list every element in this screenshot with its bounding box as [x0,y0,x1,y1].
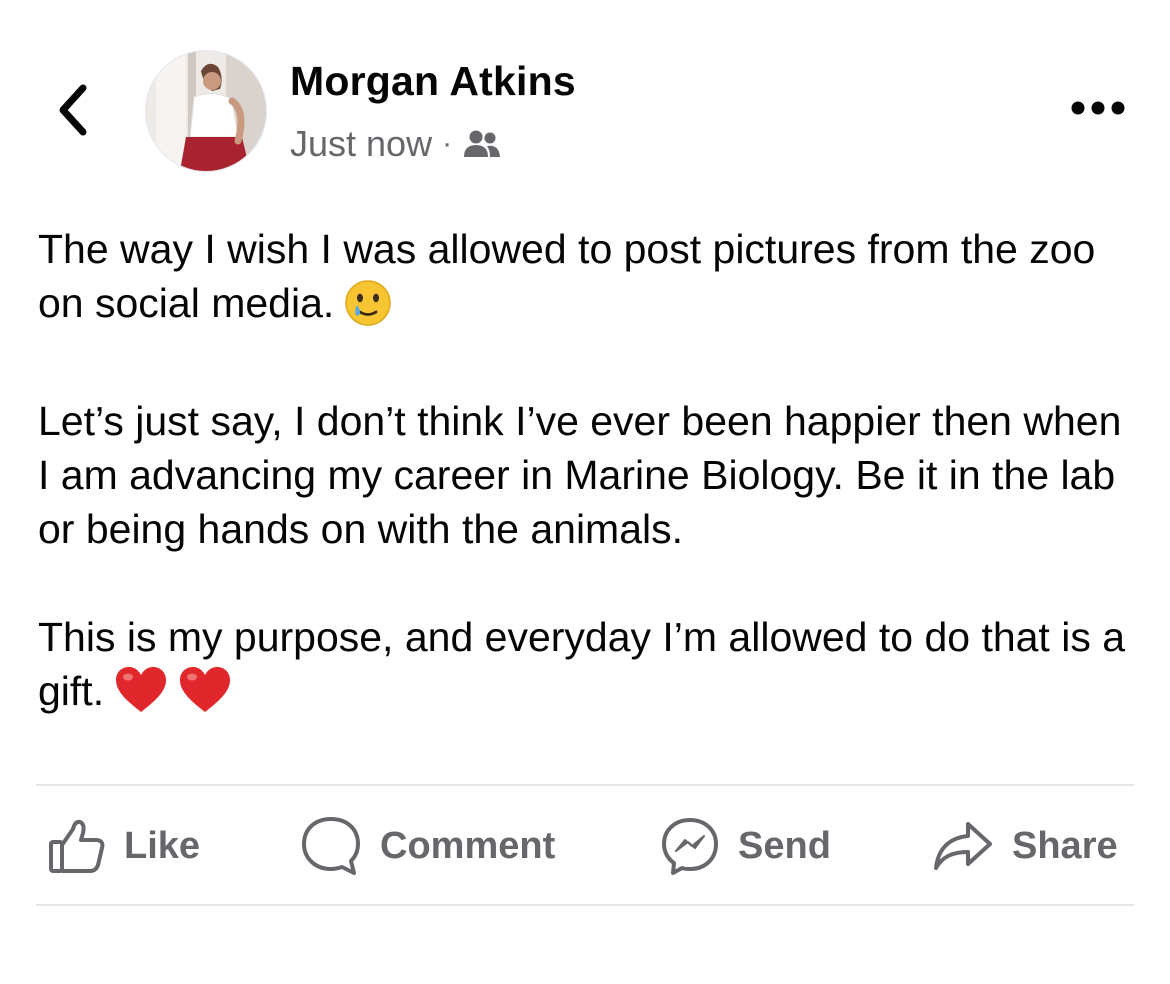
timestamp[interactable]: Just now [290,123,432,165]
more-options-button[interactable] [1066,92,1130,128]
share-button[interactable]: Share [932,788,1118,904]
divider [36,784,1134,786]
like-label: Like [124,824,201,867]
more-horizontal-icon [1070,100,1126,121]
share-arrow-icon [932,820,994,872]
chevron-left-icon [55,84,89,141]
messenger-icon [660,816,720,876]
back-button[interactable] [44,80,100,144]
post-paragraph: This is my purpose, and everyday I’m all… [38,610,1138,728]
post-body: The way I wish I was allowed to post pic… [38,222,1138,728]
post-meta: Just now · [290,120,502,168]
divider [36,904,1134,906]
comment-icon [300,815,362,877]
red-heart-icon [178,665,232,728]
post-paragraph: Let’s just say, I don’t think I’ve ever … [38,398,1122,552]
like-button[interactable]: Like [48,788,200,904]
post-header: Morgan Atkins Just now · [0,0,1170,200]
comment-button[interactable]: Comment [300,788,555,904]
send-button[interactable]: Send [660,788,831,904]
comment-label: Comment [380,824,556,867]
red-heart-icon [114,665,168,728]
avatar[interactable] [145,50,267,172]
thumbs-up-icon [48,818,106,874]
share-label: Share [1012,824,1118,867]
send-label: Send [738,824,831,867]
meta-separator: · [442,127,453,160]
smiling-face-with-tear-icon [344,279,392,340]
action-bar: Like Comment Send Share [0,788,1170,904]
friends-icon[interactable] [462,124,502,164]
author-name[interactable]: Morgan Atkins [290,58,576,105]
post-paragraph: The way I wish I was allowed to post pic… [38,222,1138,340]
